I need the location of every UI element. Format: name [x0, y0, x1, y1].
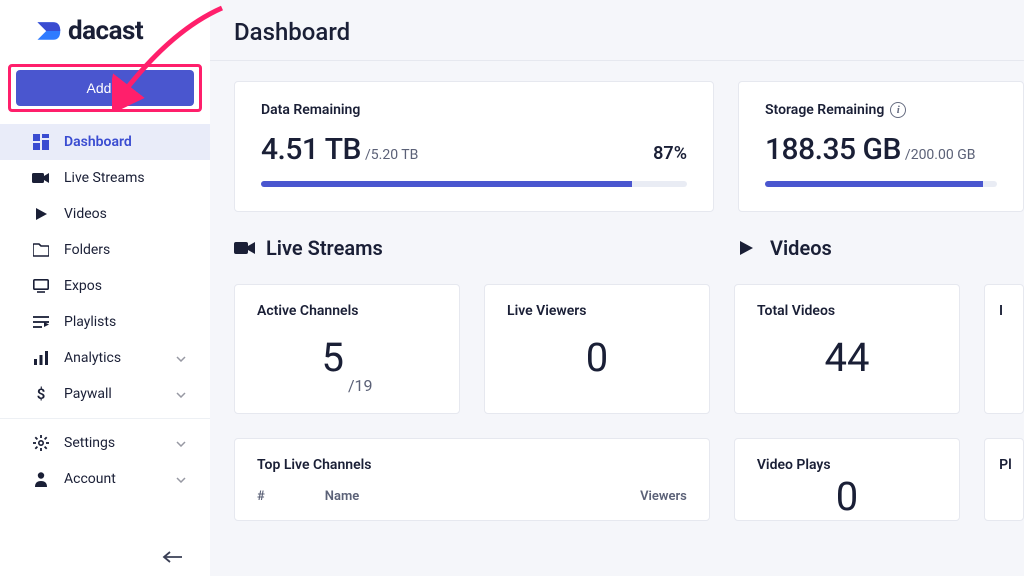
- top-live-channels-card: Top Live Channels # Name Viewers: [234, 438, 710, 521]
- chevron-down-icon: [176, 350, 186, 366]
- sidebar-item-folders[interactable]: Folders: [0, 232, 210, 268]
- folder-icon: [32, 241, 50, 259]
- add-button[interactable]: Add +: [16, 70, 194, 106]
- collapse-sidebar-button[interactable]: [162, 544, 182, 568]
- card-label: I: [999, 303, 1001, 319]
- info-icon[interactable]: i: [890, 102, 906, 118]
- sidebar-item-label: Settings: [64, 435, 115, 451]
- dollar-icon: $: [32, 385, 50, 403]
- sidebar-item-live-streams[interactable]: Live Streams: [0, 160, 210, 196]
- chevron-down-icon: [176, 386, 186, 402]
- brand-name: dacast: [68, 16, 143, 46]
- sidebar-item-label: Analytics: [64, 350, 121, 366]
- sidebar-item-paywall[interactable]: $ Paywall: [0, 376, 210, 412]
- card-label: Top Live Channels: [257, 457, 687, 473]
- sidebar-item-account[interactable]: Account: [0, 461, 210, 497]
- section-heading-videos: Videos: [738, 236, 832, 260]
- sidebar-item-label: Paywall: [64, 386, 112, 402]
- sidebar-item-label: Folders: [64, 242, 110, 258]
- live-viewers-value: 0: [586, 334, 608, 381]
- data-remaining-total: /5.20 TB: [365, 147, 418, 163]
- col-name: Name: [325, 489, 359, 504]
- brand-logo: dacast: [0, 12, 210, 56]
- card-label: Storage Remaining: [765, 102, 884, 118]
- impressions-card-partial: I: [984, 284, 1024, 414]
- sidebar-nav: Dashboard Live Streams Videos Folders: [0, 124, 210, 505]
- sidebar-item-analytics[interactable]: Analytics: [0, 340, 210, 376]
- card-label: Total Videos: [757, 303, 937, 319]
- page-title: Dashboard: [210, 0, 1024, 61]
- monitor-icon: [32, 277, 50, 295]
- chevron-down-icon: [176, 471, 186, 487]
- data-progress-bar: [261, 181, 687, 187]
- analytics-icon: [32, 349, 50, 367]
- dashboard-icon: [32, 133, 50, 151]
- brand-mark-icon: [34, 17, 62, 45]
- total-videos-value: 44: [825, 334, 870, 381]
- video-plays-value: 0: [836, 473, 858, 520]
- data-remaining-value: 4.51 TB: [261, 132, 361, 167]
- video-plays-card: Video Plays 0: [734, 438, 960, 521]
- card-label: Active Channels: [257, 303, 437, 319]
- main-content: Dashboard Data Remaining 4.51 TB /5.20 T…: [210, 0, 1024, 576]
- sidebar-item-dashboard[interactable]: Dashboard: [0, 124, 210, 160]
- data-remaining-percent: 87%: [653, 143, 687, 164]
- play-icon: [32, 205, 50, 223]
- sidebar-item-label: Live Streams: [64, 170, 145, 186]
- sidebar: dacast Add + Dashboard Live Streams: [0, 0, 210, 576]
- user-icon: [32, 470, 50, 488]
- sidebar-item-label: Playlists: [64, 314, 116, 330]
- storage-remaining-total: /200.00 GB: [905, 147, 976, 163]
- nav-divider: [0, 418, 210, 419]
- col-number: #: [257, 489, 265, 504]
- sidebar-item-videos[interactable]: Videos: [0, 196, 210, 232]
- active-channels-value: 5: [321, 334, 343, 381]
- active-channels-total: /19: [348, 376, 373, 395]
- sidebar-item-label: Dashboard: [64, 134, 132, 150]
- section-heading-live: Live Streams: [234, 236, 714, 260]
- playlist-icon: [32, 313, 50, 331]
- table-header: # Name Viewers: [257, 489, 687, 504]
- total-videos-card: Total Videos 44: [734, 284, 960, 414]
- camera-icon: [234, 237, 256, 259]
- card-label: Live Viewers: [507, 303, 687, 319]
- storage-progress-bar: [765, 181, 997, 187]
- col-viewers: Viewers: [640, 489, 687, 504]
- sidebar-item-label: Expos: [64, 278, 102, 294]
- sidebar-item-expos[interactable]: Expos: [0, 268, 210, 304]
- chevron-down-icon: [176, 435, 186, 451]
- live-viewers-card: Live Viewers 0: [484, 284, 710, 414]
- play-icon: [738, 237, 760, 259]
- card-label: Data Remaining: [261, 102, 687, 118]
- camera-icon: [32, 169, 50, 187]
- data-remaining-card: Data Remaining 4.51 TB /5.20 TB 87%: [234, 81, 714, 212]
- active-channels-card: Active Channels 5 /19: [234, 284, 460, 414]
- card-partial: Pl: [984, 438, 1024, 521]
- storage-remaining-value: 188.35 GB: [765, 132, 901, 167]
- sidebar-item-label: Videos: [64, 206, 107, 222]
- svg-text:$: $: [37, 386, 46, 402]
- sidebar-item-label: Account: [64, 471, 116, 487]
- storage-remaining-card: Storage Remaining i 188.35 GB /200.00 GB: [738, 81, 1024, 212]
- gear-icon: [32, 434, 50, 452]
- sidebar-item-settings[interactable]: Settings: [0, 425, 210, 461]
- sidebar-item-playlists[interactable]: Playlists: [0, 304, 210, 340]
- card-label: Video Plays: [757, 457, 937, 473]
